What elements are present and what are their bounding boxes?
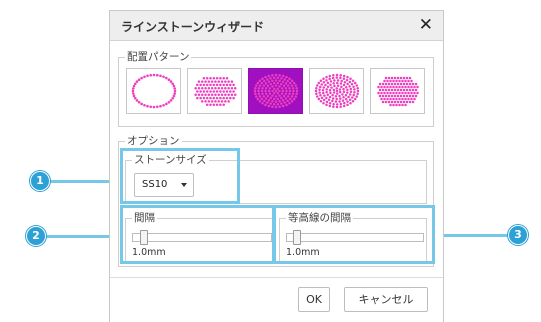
pattern-filled-ellipse-grid[interactable]	[187, 68, 242, 114]
pattern-outline-ellipse-icon	[131, 73, 176, 109]
callout-box-spacing	[120, 205, 275, 264]
pattern-filled-ellipse-concentric-icon	[253, 73, 298, 109]
pattern-filled-ellipse-radial-icon	[314, 73, 359, 109]
pattern-group: 配置パターン	[118, 50, 434, 127]
pattern-filled-ellipse-rows-icon	[376, 76, 419, 107]
callout-badge-1: 1	[30, 171, 50, 191]
pattern-filled-ellipse-radial[interactable]	[309, 68, 364, 114]
callout-line-3	[432, 234, 515, 237]
dialog-titlebar: ラインストーンウィザード ✕	[110, 11, 443, 41]
callout-badge-3: 3	[508, 225, 528, 245]
pattern-outline-ellipse[interactable]	[126, 68, 181, 114]
pattern-group-label: 配置パターン	[125, 50, 192, 64]
footer-separator	[110, 277, 443, 278]
callout-box-contour-spacing	[273, 205, 435, 264]
callout-box-stone-size	[120, 148, 240, 204]
options-group-label: オプション	[125, 134, 182, 148]
close-icon[interactable]: ✕	[419, 16, 433, 34]
pattern-filled-ellipse-concentric[interactable]	[248, 68, 303, 114]
callout-badge-2: 2	[26, 226, 46, 246]
cancel-button[interactable]: キャンセル	[344, 287, 428, 312]
pattern-filled-ellipse-grid-icon	[193, 77, 236, 106]
ok-button[interactable]: OK	[298, 287, 330, 312]
dialog-title: ラインストーンウィザード	[121, 20, 265, 34]
pattern-filled-ellipse-rows[interactable]	[370, 68, 425, 114]
